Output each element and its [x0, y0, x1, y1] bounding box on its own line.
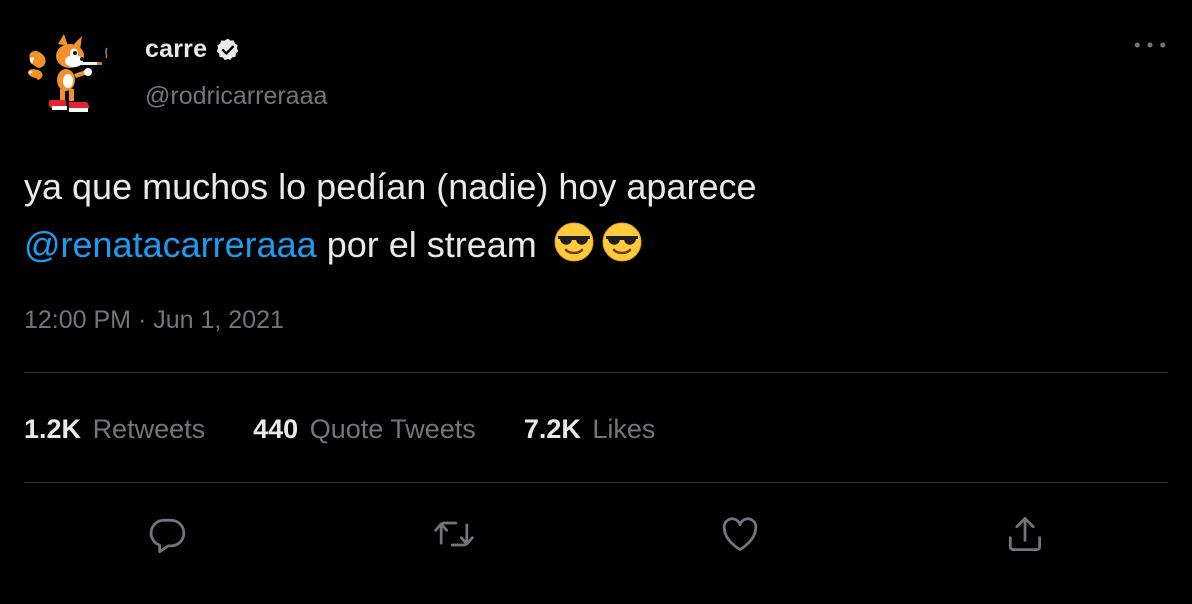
- heart-icon: [722, 517, 758, 551]
- display-name[interactable]: carre: [145, 35, 207, 64]
- divider: [24, 372, 1168, 373]
- author-handle[interactable]: @rodricarreraaa: [145, 82, 327, 111]
- retweet-button[interactable]: [430, 510, 478, 558]
- retweets-count: 1.2K: [24, 414, 82, 444]
- share-button[interactable]: [1001, 510, 1049, 558]
- likes-count: 7.2K: [523, 414, 581, 444]
- author-name-row[interactable]: carre: [145, 35, 241, 64]
- divider: [24, 482, 1168, 483]
- avatar-image: [27, 34, 108, 112]
- quote-tweets-stat[interactable]: 440 Quote Tweets: [253, 414, 476, 445]
- tweet-text-line2: por el stream: [316, 224, 537, 265]
- quote-tweets-count: 440: [253, 414, 299, 444]
- more-horizontal-icon: [1134, 42, 1166, 48]
- reply-icon: [149, 518, 186, 554]
- tweet-text: ya que muchos lo pedían (nadie) hoy apar…: [24, 158, 1154, 274]
- retweet-icon: [434, 521, 474, 547]
- reply-button[interactable]: [143, 510, 191, 558]
- mention-link[interactable]: @renatacarreraaa: [24, 224, 317, 265]
- sunglasses-emoji-icon: [601, 221, 643, 263]
- tweet-text-line1: ya que muchos lo pedían (nadie) hoy apar…: [24, 166, 757, 207]
- tweet-timestamp[interactable]: 12:00 PM · Jun 1, 2021: [24, 306, 284, 335]
- action-bar: [0, 510, 1192, 560]
- retweets-label: Retweets: [92, 414, 206, 444]
- sunglasses-emoji-icon: [553, 221, 595, 263]
- tweet-stats: 1.2K Retweets 440 Quote Tweets 7.2K Like…: [24, 414, 655, 445]
- quote-tweets-label: Quote Tweets: [309, 414, 476, 444]
- likes-label: Likes: [592, 414, 656, 444]
- likes-stat[interactable]: 7.2K Likes: [524, 414, 656, 445]
- share-icon: [1008, 517, 1042, 551]
- retweets-stat[interactable]: 1.2K Retweets: [24, 414, 205, 445]
- avatar[interactable]: [22, 34, 112, 120]
- like-button[interactable]: [716, 510, 764, 558]
- verified-badge-icon: [215, 37, 241, 63]
- more-options-button[interactable]: [1130, 30, 1170, 60]
